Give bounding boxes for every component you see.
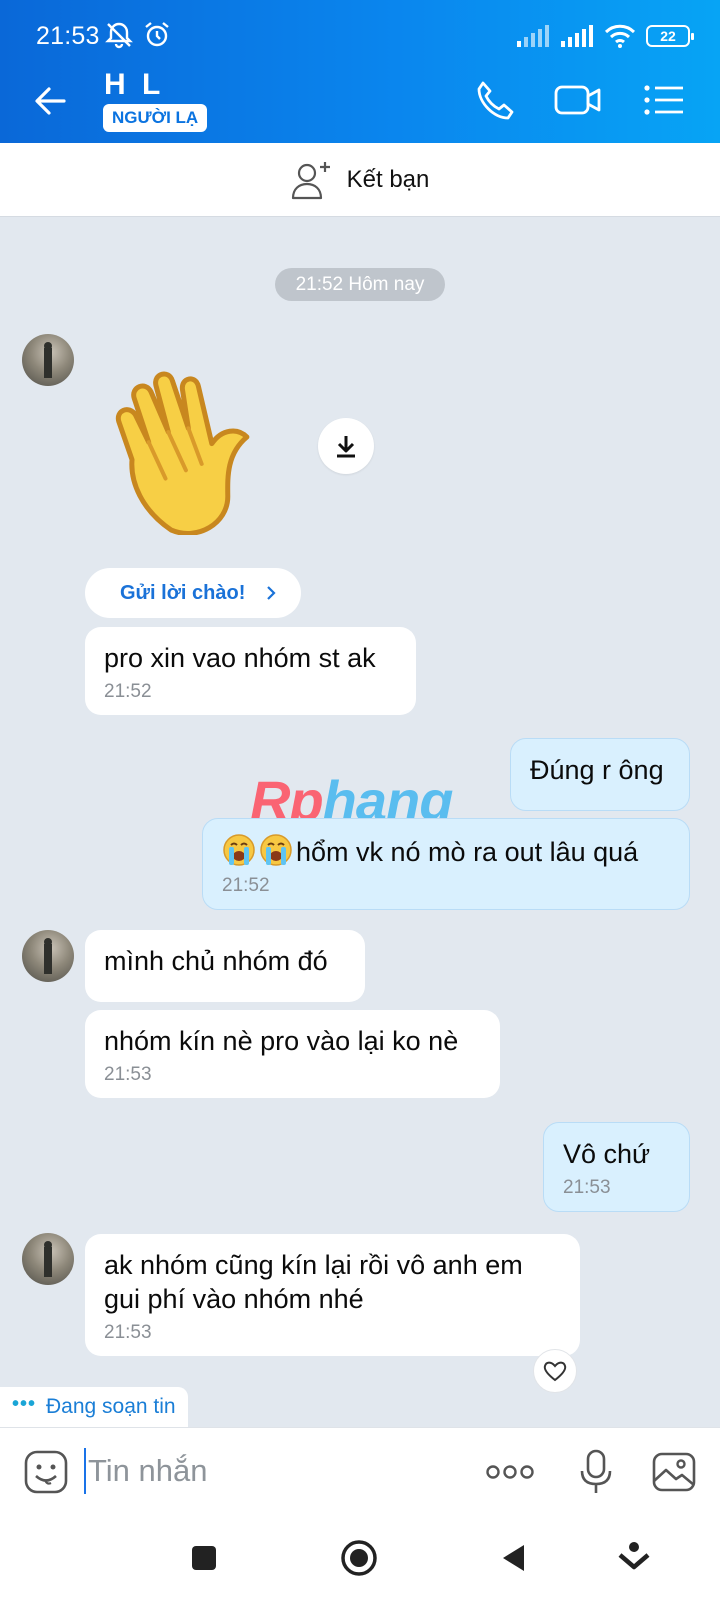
message-bubble[interactable]: mình chủ nhóm đó [85,930,365,1002]
add-friend-bar[interactable]: Kết bạn [0,143,720,217]
message-bubble[interactable]: hổm vk nó mò ra out lâu quá 21:52 [202,818,690,910]
gallery-button[interactable] [648,1446,700,1498]
react-heart-button[interactable] [533,1349,577,1393]
stranger-badge: NGƯỜI LẠ [103,104,208,132]
back-button[interactable] [28,78,74,124]
loudly-crying-face-icon [223,834,255,866]
avatar-person-silhouette [44,938,52,974]
typing-dots-icon: ••• [12,1392,37,1415]
message-input[interactable] [84,1448,464,1494]
send-greeting-label: Gửi lời chào! [120,581,246,604]
message-text: pro xin vao nhóm st ak [104,643,376,673]
emoji-button[interactable] [20,1446,72,1498]
message-text: Đúng r ông [530,755,664,785]
wifi-icon [604,24,636,48]
heart-icon [543,1361,567,1382]
message-text-line: gui phí vào nhóm nhé [104,1284,364,1314]
message-time: 21:53 [563,1177,611,1198]
add-friend-label: Kết bạn [346,165,430,193]
avatar-person-silhouette [44,1241,52,1277]
square-icon [192,1546,216,1570]
list-menu-icon [644,85,683,115]
message-composer [0,1427,720,1514]
avatar[interactable] [22,930,74,982]
avatar[interactable] [22,334,74,386]
image-icon [652,1452,696,1492]
battery-indicator: 22 [646,25,694,47]
message-bubble[interactable]: Vô chứ 21:53 [543,1122,690,1212]
download-icon [337,436,355,458]
contact-name[interactable]: H L [104,68,164,102]
loudly-crying-face-icon [260,834,292,866]
notifications-off-icon [105,22,133,49]
more-options-button[interactable] [484,1446,536,1498]
typing-label: Đang soạn tin [46,1395,176,1418]
system-navigation-bar [0,1514,720,1600]
send-greeting-button[interactable]: Gửi lời chào! [85,568,302,618]
status-icons-left [104,20,172,50]
chat-header: H L NGƯỜI LẠ [0,56,720,143]
message-text: hổm vk nó mò ra out lâu quá [296,837,639,867]
home-button[interactable] [337,1536,381,1580]
circle-home-icon [341,1540,377,1576]
chevron-down-assist-icon [618,1542,650,1570]
more-horizontal-icon [486,1465,534,1479]
triangle-back-icon [503,1545,524,1571]
status-icons-right: 22 [516,24,694,48]
message-time: 21:53 [104,1064,152,1085]
phone-icon [477,81,514,120]
message-text: mình chủ nhóm đó [104,946,328,976]
message-text: Vô chứ [563,1139,651,1169]
status-bar: 21:53 22 [0,0,720,56]
download-button[interactable] [318,418,374,474]
chevron-right-icon [267,586,276,600]
typing-indicator: ••• Đang soạn tin [0,1387,188,1427]
avatar-person-silhouette [44,342,52,378]
message-time: 21:52 [104,681,152,702]
waving-hand-sticker[interactable] [105,365,290,535]
message-time: 21:53 [104,1322,152,1343]
video-camera-icon [554,85,601,115]
video-call-button[interactable] [552,74,604,126]
message-bubble[interactable]: nhóm kín nè pro vào lại ko nè 21:53 [85,1010,500,1098]
message-text: nhóm kín nè pro vào lại ko nè [104,1026,459,1056]
message-bubble[interactable]: ak nhóm cũng kín lại rồi vô anh em gui p… [85,1234,580,1356]
sticker-face-icon [24,1450,68,1494]
assistant-button[interactable] [612,1536,656,1580]
arrow-left-icon [35,87,66,115]
back-nav-button[interactable] [492,1536,536,1580]
signal-icon [517,25,549,47]
options-menu-button[interactable] [638,74,690,126]
message-bubble[interactable]: pro xin vao nhóm st ak 21:52 [85,627,416,715]
status-time: 21:53 [36,22,100,50]
voice-call-button[interactable] [468,74,520,126]
message-bubble[interactable]: Đúng r ông [510,738,690,811]
voice-message-button[interactable] [570,1446,622,1498]
message-time: 21:52 [222,875,270,896]
microphone-icon [580,1449,612,1493]
signal-icon [561,25,593,47]
avatar[interactable] [22,1233,74,1285]
date-separator: 21:52 Hôm nay [275,268,445,301]
message-text-line: ak nhóm cũng kín lại rồi vô anh em [104,1250,523,1280]
top-bar: 21:53 22 H L NGƯỜI LẠ [0,0,720,143]
recents-button[interactable] [182,1536,226,1580]
add-person-icon [291,161,330,199]
alarm-icon [145,22,169,47]
